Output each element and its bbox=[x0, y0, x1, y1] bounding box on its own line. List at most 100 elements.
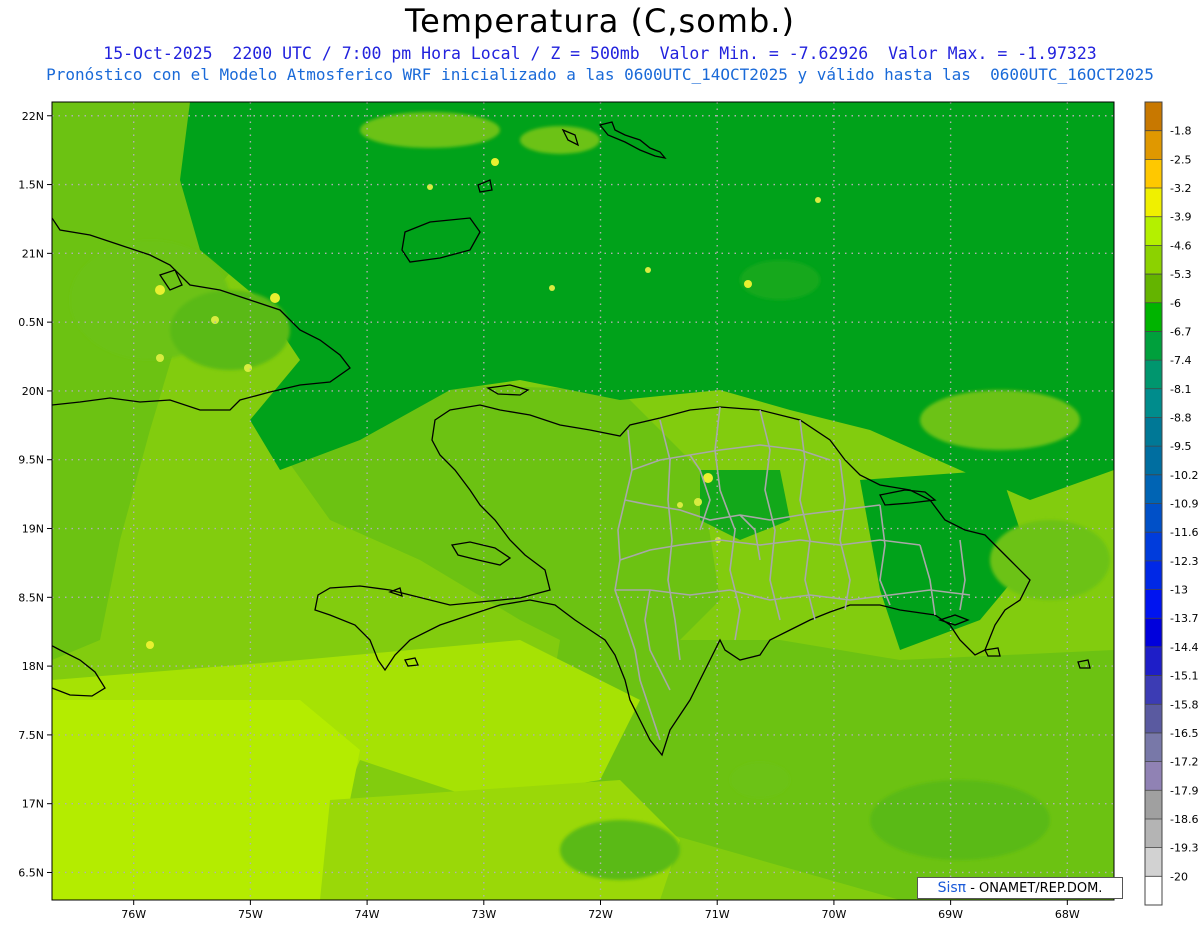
lat-tick-label: 8.5N bbox=[18, 591, 44, 604]
lat-tick-label: 7.5N bbox=[18, 729, 44, 742]
lon-tick-label: 76W bbox=[121, 908, 146, 921]
colorbar-label: -9.5 bbox=[1170, 440, 1191, 453]
warm-spot bbox=[491, 158, 499, 166]
colorbar-swatch bbox=[1145, 216, 1162, 246]
colorbar-label: -13 bbox=[1170, 584, 1188, 597]
colorbar-label: -15.1 bbox=[1170, 670, 1198, 683]
patch bbox=[920, 390, 1080, 450]
field-lightest-sw bbox=[52, 700, 360, 900]
lat-tick-label: 19N bbox=[22, 523, 44, 536]
colorbar-swatch bbox=[1145, 704, 1162, 734]
colorbar-label: -5.3 bbox=[1170, 268, 1191, 281]
lat-tick-label: 17N bbox=[22, 798, 44, 811]
warm-spot bbox=[694, 498, 702, 506]
colorbar-swatch bbox=[1145, 675, 1162, 705]
colorbar-label: -6.7 bbox=[1170, 325, 1191, 338]
lon-tick-label: 74W bbox=[355, 908, 380, 921]
colorbar-label: -16.5 bbox=[1170, 727, 1198, 740]
colorbar-label: -10.2 bbox=[1170, 469, 1198, 482]
patch bbox=[990, 520, 1110, 600]
colorbar-swatch bbox=[1145, 417, 1162, 447]
colorbar-swatch bbox=[1145, 302, 1162, 332]
colorbar-swatch bbox=[1145, 130, 1162, 160]
lat-tick-label: 21N bbox=[22, 247, 44, 260]
colorbar-swatch bbox=[1145, 532, 1162, 562]
colorbar-swatch bbox=[1145, 474, 1162, 504]
warm-spot bbox=[156, 354, 164, 362]
colorbar-label: -14.4 bbox=[1170, 641, 1198, 654]
colorbar-swatch bbox=[1145, 245, 1162, 275]
colorbar-swatch bbox=[1145, 102, 1162, 132]
warm-spot bbox=[146, 641, 154, 649]
colorbar-swatch bbox=[1145, 360, 1162, 390]
colorbar-label: -15.8 bbox=[1170, 698, 1198, 711]
lat-tick-label: 9.5N bbox=[18, 454, 44, 467]
colorbar-label: -3.2 bbox=[1170, 182, 1191, 195]
colorbar-swatch bbox=[1145, 589, 1162, 619]
colorbar-swatch bbox=[1145, 388, 1162, 418]
colorbar-swatch bbox=[1145, 618, 1162, 648]
warm-spot bbox=[549, 285, 555, 291]
colorbar-swatch bbox=[1145, 188, 1162, 218]
colorbar-swatch bbox=[1145, 274, 1162, 304]
patch bbox=[520, 126, 600, 154]
patch bbox=[560, 820, 680, 880]
lat-tick-label: 0.5N bbox=[18, 316, 44, 329]
warm-spot bbox=[677, 502, 683, 508]
colorbar-swatch bbox=[1145, 818, 1162, 849]
patch bbox=[730, 762, 790, 798]
lon-tick-label: 68W bbox=[1055, 908, 1080, 921]
colorbar-label: -11.6 bbox=[1170, 526, 1198, 539]
colorbar-swatch bbox=[1145, 159, 1162, 189]
colorbar-label: -8.8 bbox=[1170, 411, 1191, 424]
lon-tick-label: 71W bbox=[705, 908, 730, 921]
colorbar-swatch bbox=[1145, 847, 1162, 877]
colorbar-label: -8.1 bbox=[1170, 383, 1191, 396]
colorbar-label: -18.6 bbox=[1170, 813, 1198, 826]
colorbar-label: -20 bbox=[1170, 870, 1188, 883]
lon-tick-label: 72W bbox=[588, 908, 613, 921]
colorbar-swatch bbox=[1145, 732, 1162, 763]
credit-box: Sisπ - ONAMET/REP.DOM. bbox=[917, 877, 1123, 899]
lon-tick-label: 69W bbox=[938, 908, 963, 921]
lat-tick-label: 6.5N bbox=[18, 866, 44, 879]
colorbar-label: -12.3 bbox=[1170, 555, 1198, 568]
colorbar-label: -17.2 bbox=[1170, 756, 1198, 769]
lat-tick-label: 1.5N bbox=[18, 179, 44, 192]
warm-spot bbox=[744, 280, 752, 288]
warm-spot bbox=[645, 267, 651, 273]
colorbar: -1.8 -2.5 -3.2 -3.9 -4.6 -5.3 -6 -6.7 -7.4 -8.1 -8… bbox=[1144, 101, 1198, 906]
colorbar-label: -2.5 bbox=[1170, 153, 1191, 166]
colorbar-label: -13.7 bbox=[1170, 612, 1198, 625]
lon-tick-label: 70W bbox=[821, 908, 846, 921]
colorbar-swatch bbox=[1145, 876, 1162, 906]
colorbar-swatch bbox=[1145, 446, 1162, 476]
patch bbox=[870, 780, 1050, 860]
colorbar-label: -1.8 bbox=[1170, 125, 1191, 138]
lon-tick-label: 73W bbox=[471, 908, 496, 921]
lat-tick-label: 18N bbox=[22, 660, 44, 673]
colorbar-label: -19.3 bbox=[1170, 842, 1198, 855]
colorbar-label: -17.9 bbox=[1170, 784, 1198, 797]
colorbar-swatch bbox=[1145, 646, 1162, 677]
colorbar-label: -3.9 bbox=[1170, 211, 1191, 224]
colorbar-swatch bbox=[1145, 331, 1162, 361]
patch bbox=[740, 260, 820, 300]
lat-tick-label: 22N bbox=[22, 110, 44, 123]
colorbar-swatch bbox=[1145, 790, 1162, 820]
warm-spot bbox=[155, 285, 165, 295]
colorbar-swatch bbox=[1145, 503, 1162, 533]
temperature-map: 22N 1.5N 21N 0.5N 20N 9.5N 19N 8.5N 18N 7.5N 17N 6.… bbox=[18, 101, 1198, 921]
colorbar-label: -6 bbox=[1170, 297, 1181, 310]
colorbar-swatch bbox=[1145, 761, 1162, 791]
colorbar-label: -4.6 bbox=[1170, 239, 1191, 252]
lon-tick-label: 75W bbox=[238, 908, 263, 921]
temperature-field bbox=[52, 102, 1114, 900]
credit-brand: Sisπ bbox=[937, 880, 967, 896]
colorbar-label: -10.9 bbox=[1170, 498, 1198, 511]
colorbar-label: -7.4 bbox=[1170, 354, 1191, 367]
warm-spot bbox=[244, 364, 252, 372]
lat-tick-label: 20N bbox=[22, 385, 44, 398]
patch bbox=[360, 112, 500, 148]
credit-text: - ONAMET/REP.DOM. bbox=[966, 881, 1103, 896]
